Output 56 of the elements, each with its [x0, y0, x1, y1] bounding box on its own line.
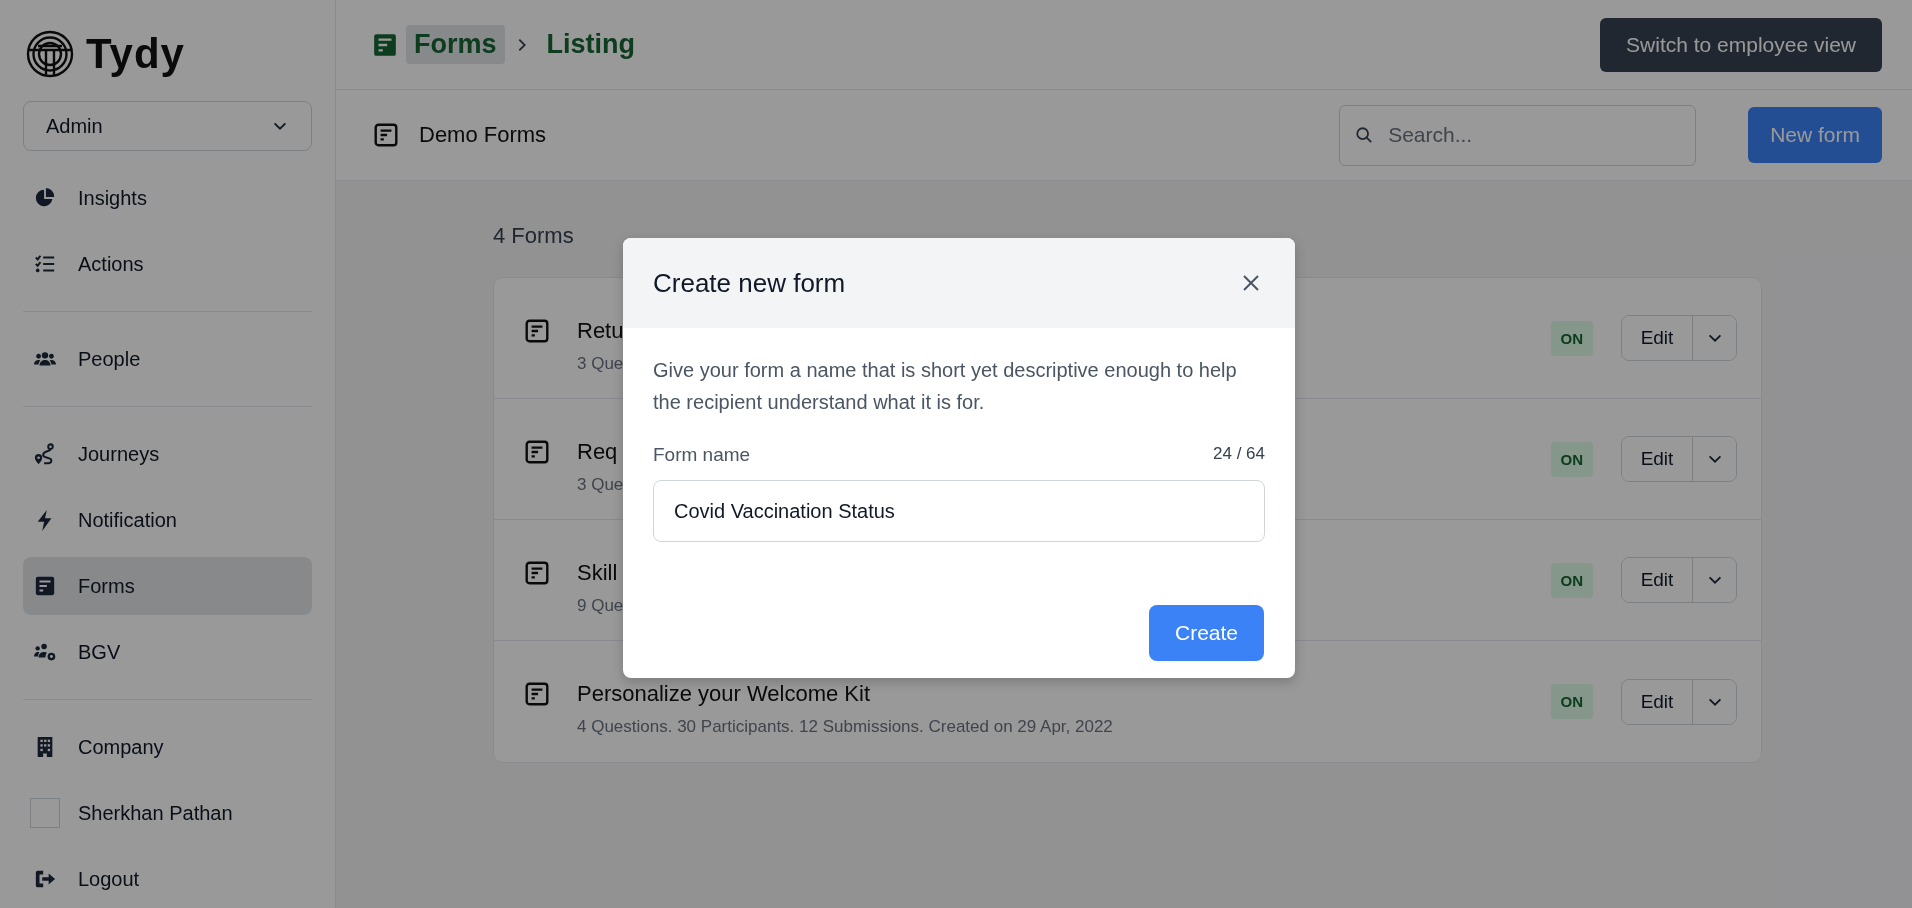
form-icon: [34, 575, 56, 597]
modal-title: Create new form: [653, 267, 846, 299]
form-title[interactable]: Retu: [577, 318, 624, 344]
avatar-placeholder: [30, 798, 60, 828]
form-details: 3 Que: [577, 475, 624, 495]
dropdown-toggle[interactable]: [1692, 558, 1736, 602]
logout-icon: [34, 868, 56, 890]
document-icon: [524, 560, 550, 586]
modal-description: Give your form a name that is short yet descriptive enough to help the recipient understand what it is for.: [653, 358, 1238, 415]
document-icon: [524, 318, 550, 344]
document-icon: [524, 681, 550, 707]
search-icon: [1355, 125, 1374, 144]
checklist-icon: [34, 253, 56, 275]
document-icon: [524, 439, 550, 465]
role-dropdown[interactable]: Admin: [23, 101, 312, 151]
character-counter: 24 / 64: [1213, 444, 1265, 465]
pie-chart-icon: [34, 187, 56, 209]
sidebar-item[interactable]: Notification: [23, 491, 312, 549]
dropdown-toggle[interactable]: [1692, 316, 1736, 360]
document-icon: [373, 122, 399, 148]
sidebar-item[interactable]: Logout: [23, 850, 312, 908]
people-gear-icon: [34, 641, 56, 663]
sidebar-item[interactable]: Company: [23, 718, 312, 776]
status-badge: ON: [1550, 441, 1593, 477]
logo-icon: [24, 29, 76, 78]
route-icon: [34, 443, 56, 465]
sidebar-item[interactable]: Sherkhan Pathan: [23, 784, 312, 842]
form-title[interactable]: Personalize your Welcome Kit: [577, 681, 871, 707]
form-name-input[interactable]: Covid Vaccination Status: [653, 480, 1265, 542]
status-badge: ON: [1550, 562, 1593, 598]
sidebar-item[interactable]: Actions: [23, 235, 312, 293]
search-field[interactable]: Search...: [1339, 104, 1697, 166]
dropdown-toggle[interactable]: [1692, 679, 1736, 724]
form-title[interactable]: Skill: [577, 560, 618, 586]
create-button[interactable]: Create: [1148, 605, 1264, 661]
dropdown-toggle[interactable]: [1692, 437, 1736, 481]
status-badge: ON: [1550, 320, 1593, 356]
sidebar-item[interactable]: Journeys: [23, 425, 312, 483]
sidebar-item[interactable]: People: [23, 330, 312, 388]
form-details: 3 Que: [577, 354, 624, 374]
sidebar-item[interactable]: Forms: [23, 557, 312, 615]
status-badge: ON: [1550, 684, 1593, 719]
form-title[interactable]: Req: [577, 439, 618, 465]
form-icon: [372, 31, 398, 58]
form-details: 4 Questions. 30 Participants. 12 Submissions. Created on 29 Apr, 2022: [577, 717, 1113, 737]
forms-count: 4 Forms: [493, 223, 575, 249]
close-icon: [1241, 273, 1261, 293]
sidebar-item[interactable]: Insights: [23, 169, 312, 227]
breadcrumb-link[interactable]: Listing: [538, 25, 644, 64]
page-title: Demo Forms: [419, 122, 548, 148]
field-label: Form name: [653, 444, 751, 466]
logo-text: Tydy: [86, 29, 185, 78]
breadcrumb-link[interactable]: Forms: [406, 25, 505, 64]
switch-view-button[interactable]: Switch to employee view: [1600, 17, 1882, 72]
form-details: 9 Que: [577, 596, 624, 616]
sidebar-item[interactable]: BGV: [23, 623, 312, 681]
